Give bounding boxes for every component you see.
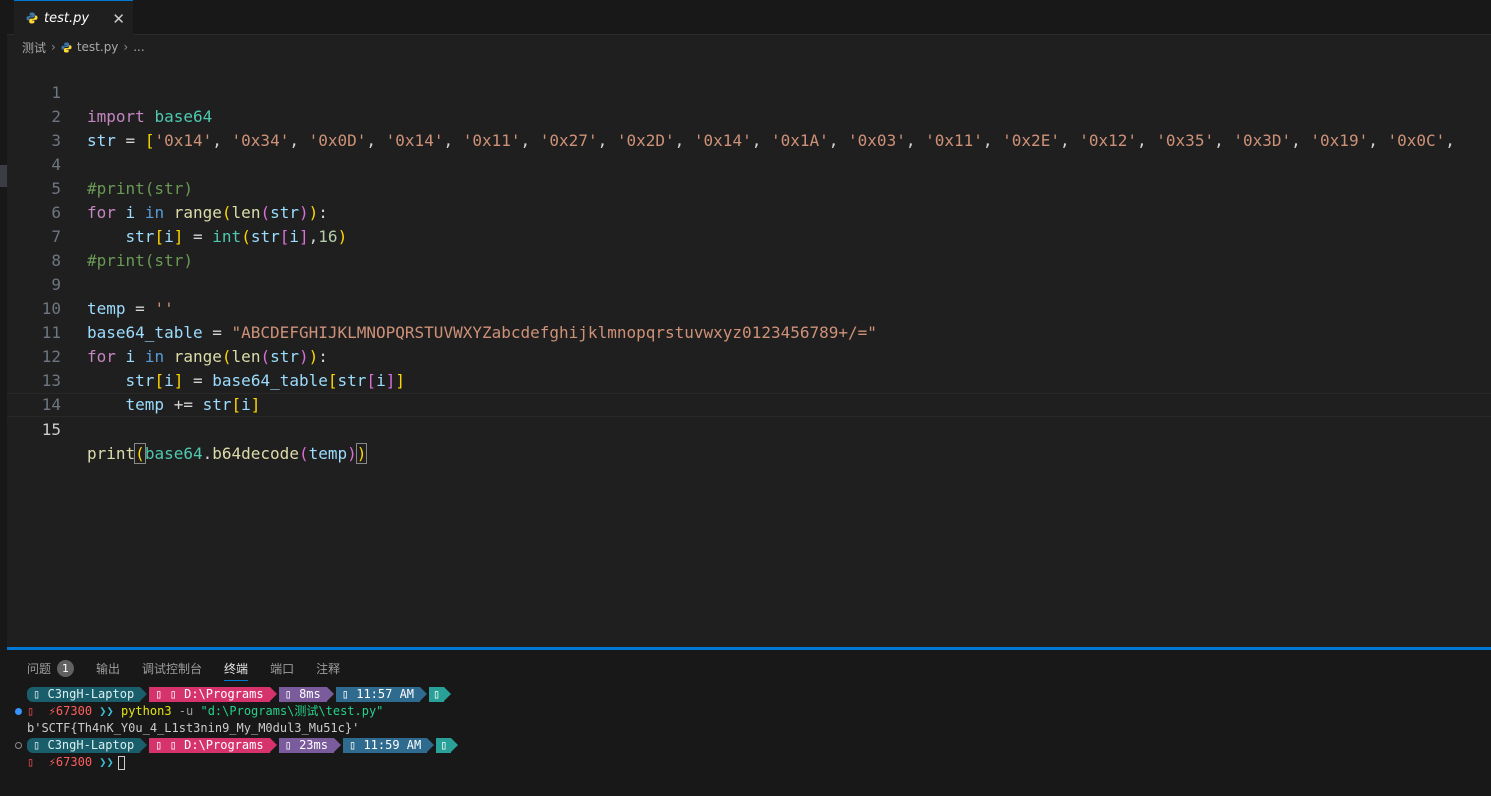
python-file-icon [61,41,72,53]
command-success-dot-icon[interactable] [15,708,22,715]
command-status-dot-icon[interactable] [15,742,22,749]
code-line: 9 temp = '' [7,249,1491,318]
terminal[interactable]: ▯ C3ngH-Laptop ▯ ▯ D:\Programs ▯ 8ms ▯ 1… [7,650,1491,796]
scroll-marker [0,165,7,187]
activity-bar-edge [0,0,7,796]
prompt-path-segment: ▯ ▯ D:\Programs [149,738,278,753]
line-number: 15 [41,420,61,439]
editor-tab-bar: test.py ✕ [7,0,1491,35]
prompt-host-segment: ▯ C3ngH-Laptop [27,738,148,753]
code-line: 3 [7,105,1491,150]
current-code-line: 15 print(base64.b64decode(temp)) [7,393,1491,464]
code-line: 1 import base64 [7,57,1491,126]
path: D:\Programs [184,738,264,752]
terminal-glyph-icon: ▯ [433,687,441,701]
terminal-glyph-icon: ▯ [27,755,35,769]
lightning-icon: ⚡ [48,755,56,769]
input-line[interactable]: ▯ ⚡ 67300 ❯❯ [27,754,125,771]
prompt-duration-segment: ▯ 23ms [278,738,342,753]
code-line: 11 for i in range(len(str)): [7,297,1491,366]
prompt-end-segment: ▯ [436,738,459,753]
exit-code: 67300 [55,755,93,769]
prompt-path-segment: ▯ ▯ D:\Programs [149,687,278,702]
hostname: C3ngH-Laptop [47,687,135,701]
terminal-glyph-icon: ▯ [284,738,292,752]
terminal-cursor [117,755,125,770]
lightning-icon: ⚡ [48,704,56,718]
duration: 23ms [299,738,328,752]
terminal-glyph-icon: ▯ [169,738,177,752]
code-line: 4 #print(str) [7,129,1491,198]
python-file-icon [26,12,38,24]
hostname: C3ngH-Laptop [47,738,135,752]
code-line: 2 str = ['0x14', '0x34', '0x0D', '0x14',… [7,81,1491,150]
tab-label: test.py [44,10,90,26]
time: 11:57 AM [356,687,415,701]
code-line: 12 str[i] = base64_table[str[i]] [7,321,1491,390]
duration: 8ms [299,687,321,701]
code-line: 8 [7,225,1491,270]
terminal-glyph-icon: ▯ [33,738,41,752]
terminal-glyph-icon: ▯ [284,687,292,701]
variable: temp [308,444,348,463]
breadcrumb: 测试 › test.py › ... [22,37,145,57]
close-tab-icon[interactable]: ✕ [112,10,125,28]
terminal-glyph-icon: ▯ [169,687,177,701]
code-line: 7 #print(str) [7,201,1491,270]
command: python3 [120,704,172,718]
terminal-glyph-icon: ▯ [27,704,35,718]
code-line: 10 base64_table = "ABCDEFGHIJKLMNOPQRSTU… [7,273,1491,342]
code-line: 6 str[i] = int(str[i],16) [7,177,1491,246]
prompt-host-segment: ▯ C3ngH-Laptop [27,687,148,702]
exit-code: 67300 [55,704,93,718]
breadcrumb-more[interactable]: ... [133,40,144,54]
path: D:\Programs [184,687,264,701]
prompt-duration-segment: ▯ 8ms [278,687,334,702]
breadcrumb-folder[interactable]: 测试 [22,39,46,56]
terminal-glyph-icon: ▯ [440,738,448,752]
function-name: b64decode [212,444,299,463]
chevron-right-icon: › [51,40,56,54]
code-line: 5 for i in range(len(str)): [7,153,1491,222]
code-line: 14 [7,369,1491,414]
terminal-output: b'SCTF{Th4nK_Y0u_4_L1st3nin9_My_M0dul3_M… [27,721,360,735]
prompt-chevrons: ❯❯ [99,704,114,718]
terminal-glyph-icon: ▯ [341,687,349,701]
prompt-line: ▯ C3ngH-Laptop ▯ ▯ D:\Programs ▯ 8ms ▯ 1… [27,686,453,703]
module-name: base64 [144,444,203,463]
terminal-glyph-icon: ▯ [33,687,41,701]
terminal-glyph-icon: ▯ [155,738,163,752]
tab-test-py[interactable]: test.py ✕ [14,0,133,35]
command-argument: "d:\Programs\测试\test.py" [200,704,384,718]
prompt-line: ▯ C3ngH-Laptop ▯ ▯ D:\Programs ▯ 23ms ▯ … [27,737,460,754]
terminal-glyph-icon: ▯ [155,687,163,701]
terminal-glyph-icon: ▯ [348,738,357,752]
prompt-chevrons: ❯❯ [99,755,114,769]
bottom-panel: 问题 1 输出 调试控制台 终端 端口 注释 ▯ C3ngH-Laptop ▯ ▯… [7,650,1491,796]
code-editor[interactable]: 1 import base64 2 str = ['0x14', '0x34',… [7,57,1491,647]
code-line: 13 temp += str[i] [7,345,1491,414]
prompt-time-segment: ▯ 11:57 AM [335,687,428,702]
breadcrumb-file[interactable]: test.py [77,40,119,54]
function-name: print [87,444,136,463]
chevron-right-icon: › [123,40,129,54]
command-flag: -u [178,704,194,718]
time: 11:59 AM [363,738,422,752]
prompt-time-segment: ▯ 11:59 AM [342,738,435,753]
command-line: ▯ ⚡ 67300 ❯❯ python3 -u "d:\Programs\测试\t… [27,703,383,720]
prompt-end-segment: ▯ [429,687,452,702]
